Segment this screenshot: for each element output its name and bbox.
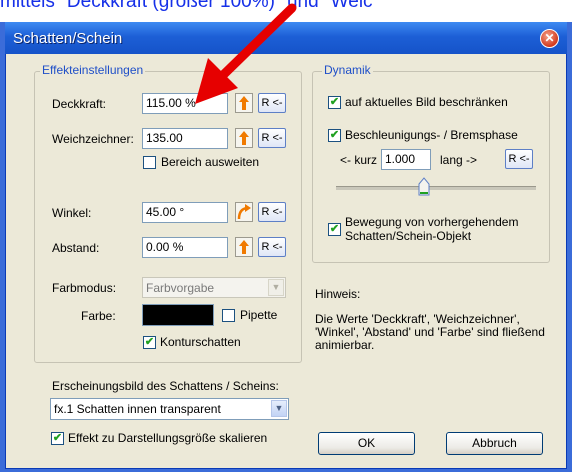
arrow-up-icon: [239, 240, 249, 254]
angle-label: Winkel:: [52, 206, 92, 220]
angle-reset-button[interactable]: R <-: [258, 202, 286, 222]
contour-shadow-checkbox[interactable]: ✔: [143, 336, 156, 349]
cancel-button[interactable]: Abbruch: [446, 432, 543, 455]
chevron-down-icon[interactable]: ▼: [271, 400, 287, 417]
softener-label: Weichzeichner:: [52, 132, 134, 146]
limit-current-checkbox[interactable]: ✔: [328, 96, 341, 109]
ok-button[interactable]: OK: [318, 432, 415, 455]
distance-input[interactable]: 0.00 %: [142, 237, 228, 258]
hint-title: Hinweis:: [315, 287, 361, 301]
softener-input[interactable]: 135.00: [142, 128, 228, 149]
chevron-down-icon[interactable]: ▼: [268, 279, 284, 296]
pipette-label: Pipette: [240, 308, 278, 322]
color-mode-value: Farbvorgabe: [146, 281, 215, 295]
appearance-label: Erscheinungsbild des Schattens / Scheins…: [52, 379, 279, 393]
softener-animate-button[interactable]: [235, 128, 253, 148]
color-label: Farbe:: [81, 309, 116, 323]
accel-value-input[interactable]: 1.000: [381, 149, 431, 170]
dialog-title: Schatten/Schein: [13, 30, 123, 47]
opacity-label: Deckkraft:: [52, 97, 107, 111]
distance-label: Abstand:: [52, 241, 100, 255]
accel-phase-label: Beschleunigungs- / Bremsphase: [345, 128, 518, 142]
accel-slider-thumb[interactable]: [418, 177, 430, 196]
accel-reset-button[interactable]: R <-: [505, 149, 533, 169]
limit-current-label: auf aktuelles Bild beschränken: [345, 95, 508, 109]
arrow-up-icon: [239, 131, 249, 145]
accel-phase-checkbox[interactable]: ✔: [328, 129, 341, 142]
accel-slider-track[interactable]: [336, 186, 536, 190]
short-label: <- kurz: [340, 153, 378, 167]
angle-animate-button[interactable]: [235, 202, 253, 222]
contour-shadow-label: Konturschatten: [160, 335, 241, 349]
close-button[interactable]: ✕: [540, 29, 559, 48]
pipette-checkbox[interactable]: [222, 309, 235, 322]
distance-reset-button[interactable]: R <-: [258, 237, 286, 257]
dynamics-legend: Dynamik: [322, 63, 373, 77]
expand-area-checkbox[interactable]: [143, 156, 156, 169]
motion-previous-checkbox[interactable]: ✔: [328, 223, 341, 236]
hint-text: Die Werte 'Deckkraft', 'Weichzeichner', …: [315, 312, 545, 352]
red-arrow-annotation: [195, 3, 297, 104]
distance-animate-button[interactable]: [235, 237, 253, 257]
color-mode-label: Farbmodus:: [52, 281, 117, 295]
effects-legend: Effekteinstellungen: [40, 63, 146, 77]
close-icon: ✕: [544, 31, 555, 45]
scale-effect-checkbox[interactable]: ✔: [51, 432, 64, 445]
curved-arrow-icon: [237, 204, 251, 220]
angle-input[interactable]: 45.00 °: [142, 202, 228, 223]
long-label: lang ->: [440, 153, 478, 167]
appearance-value: fx.1 Schatten innen transparent: [54, 402, 221, 416]
color-mode-select[interactable]: Farbvorgabe: [142, 277, 286, 298]
softener-reset-button[interactable]: R <-: [258, 128, 286, 148]
expand-area-label: Bereich ausweiten: [161, 155, 260, 169]
color-swatch[interactable]: [142, 304, 214, 326]
motion-previous-label: Bewegung von vorhergehendem Schatten/Sch…: [345, 215, 519, 243]
scale-effect-label: Effekt zu Darstellungsgröße skalieren: [68, 431, 268, 445]
appearance-select[interactable]: fx.1 Schatten innen transparent: [50, 398, 289, 420]
